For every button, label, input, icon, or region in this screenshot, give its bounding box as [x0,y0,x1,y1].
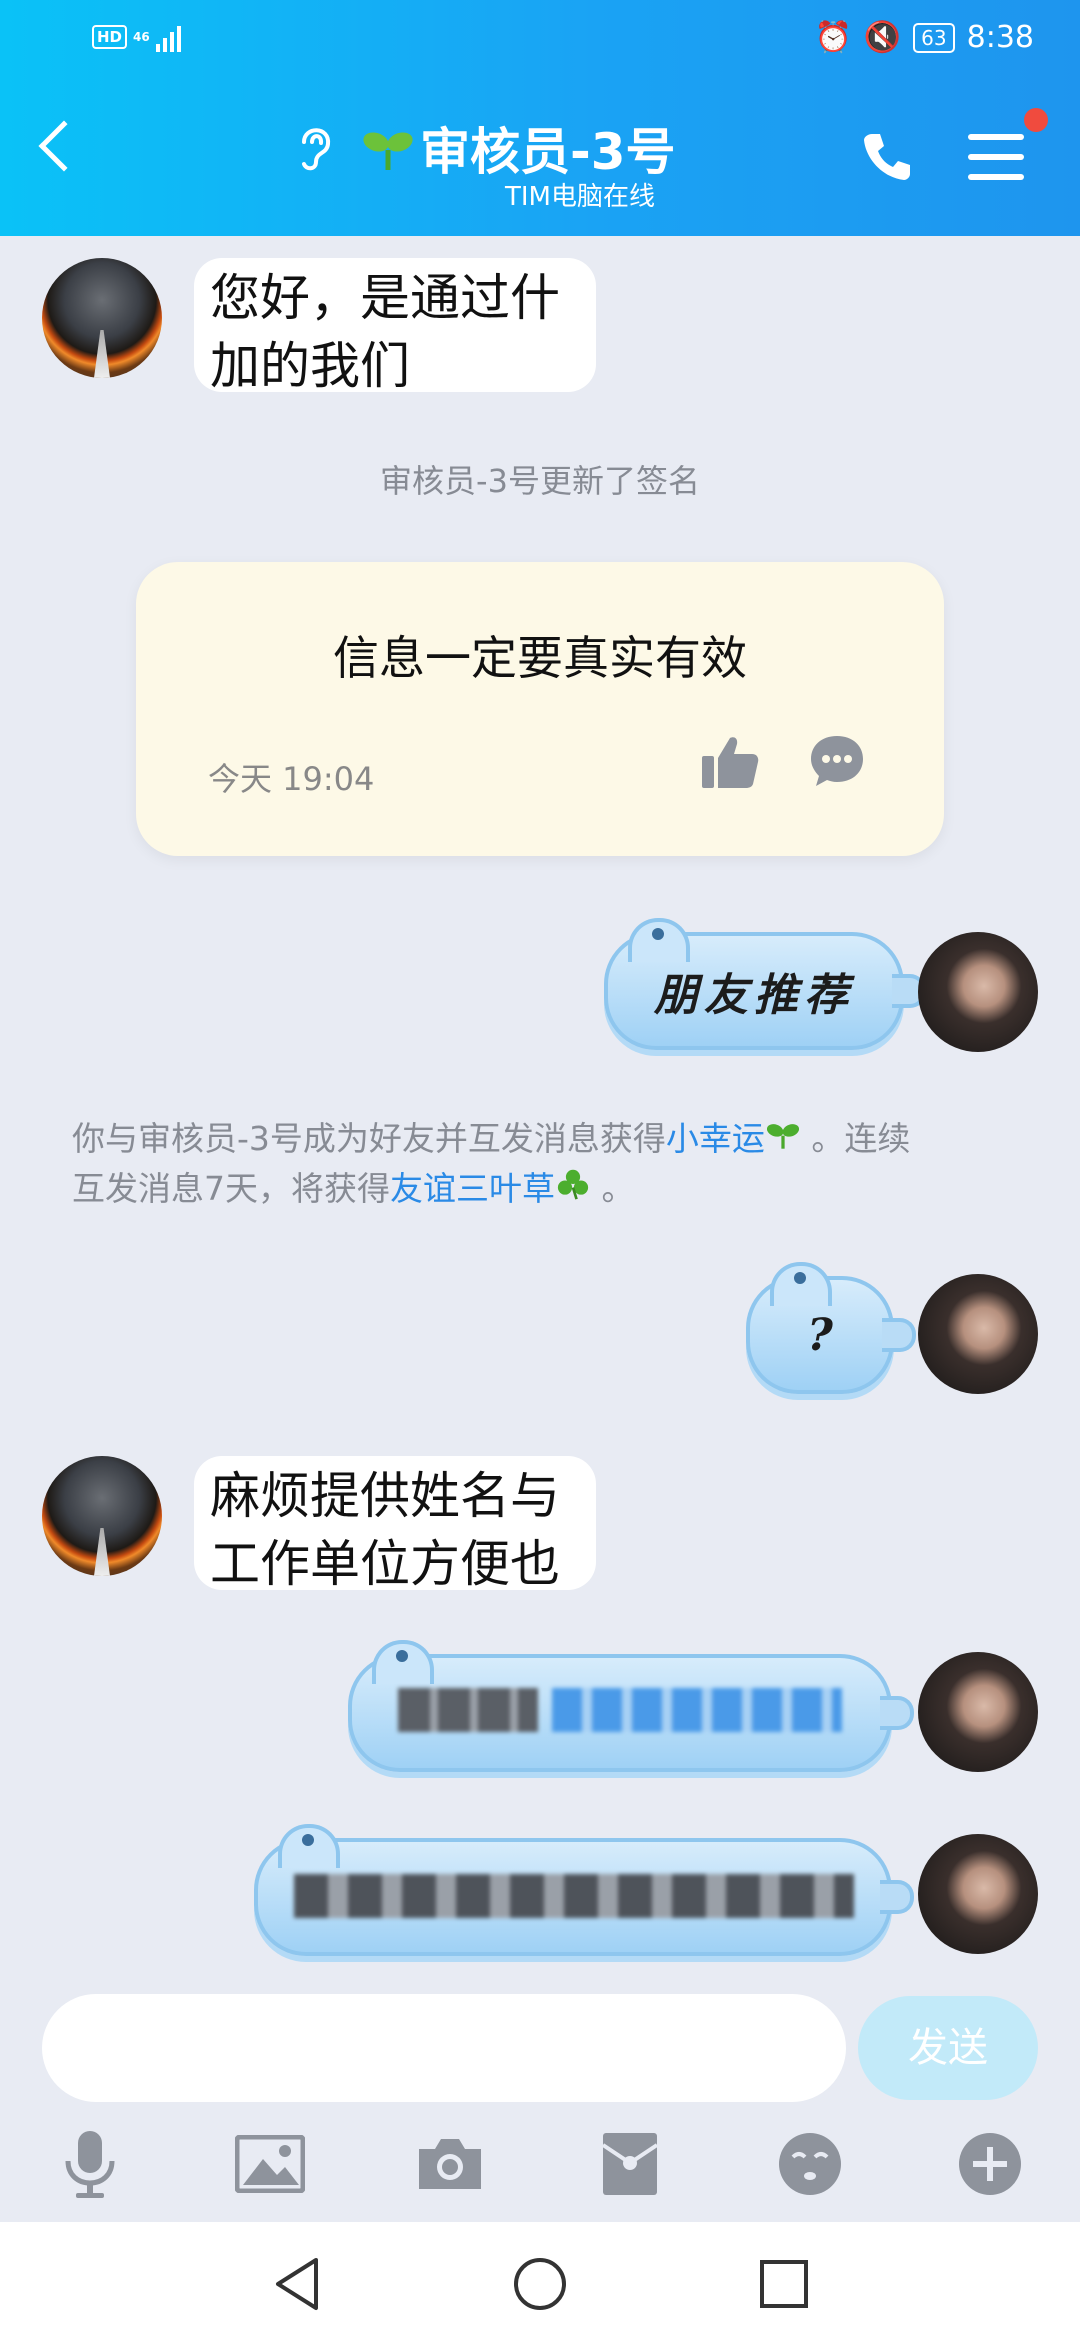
my-avatar[interactable] [918,1274,1038,1394]
redacted-block [552,1688,842,1732]
red-packet-icon[interactable] [590,2124,670,2204]
nav-home-icon[interactable] [512,2256,568,2316]
sent-message[interactable]: ? [746,1262,916,1394]
plus-icon[interactable] [950,2124,1030,2204]
lucky-link[interactable]: 小幸运 [666,1119,765,1158]
message-line: 麻烦提供姓名与 [210,1467,560,1525]
message-line: 工作单位方便也 [210,1535,560,1593]
navigation-bar [0,2222,1080,2340]
my-avatar[interactable] [918,1834,1038,1954]
sprout-icon [362,126,414,176]
mute-icon: 🔇 [863,20,902,55]
contact-avatar[interactable] [42,258,162,378]
redacted-block [398,1688,538,1732]
clover-icon [555,1169,591,1208]
friendship-notice: 你与审核员-3号成为好友并互发消息获得小幸运 。连续 互发消息7天，将获得友谊三… [72,1119,911,1208]
ear-icon[interactable] [296,122,336,182]
message-input[interactable] [42,1994,846,2102]
signal-icon [155,22,181,52]
clover-link[interactable]: 友谊三叶草 [390,1169,555,1208]
sent-message-redacted[interactable] [348,1640,914,1772]
sent-message[interactable]: 朋友推荐 [604,918,926,1050]
mic-icon[interactable] [50,2124,130,2204]
message-line: 加的我们 [210,337,410,395]
nav-back-icon[interactable] [272,2256,322,2316]
comment-icon[interactable] [808,732,866,794]
back-icon[interactable] [38,120,90,172]
sent-message-redacted[interactable] [254,1824,914,1956]
nav-recents-icon[interactable] [758,2256,808,2316]
status-bar: HD 46 ⏰ 🔇 63 8:38 [0,0,1080,84]
battery-icon: 63 [913,22,955,53]
message-line: 您好，是通过什 [210,269,560,327]
signature-text: 信息一定要真实有效 [333,631,747,685]
received-message[interactable]: 麻烦提供姓名与 工作单位方便也 [194,1456,596,1593]
send-button[interactable]: 发送 [858,1996,1038,2100]
emoji-icon[interactable] [770,2124,850,2204]
sprout-small-icon [765,1119,801,1158]
thumbs-up-icon[interactable] [700,734,760,794]
signature-card[interactable]: 信息一定要真实有效 今天 19:04 [136,562,944,856]
page-title: 审核员-3号 [420,123,676,181]
header-bar: HD 46 ⏰ 🔇 63 8:38 审核员-3号 TIM电脑在线 [0,0,1080,236]
camera-icon[interactable] [410,2124,490,2204]
hd-indicator: HD [92,25,128,49]
status-time: 8:38 [966,20,1034,55]
menu-icon[interactable] [968,134,1024,180]
alarm-icon: ⏰ [814,20,852,55]
notification-dot [1024,108,1048,132]
received-message[interactable]: 您好，是通过什 加的我们 [194,258,596,395]
phone-icon[interactable] [862,130,914,186]
message-text: 朋友推荐 [654,970,854,1021]
system-message: 审核员-3号更新了签名 [380,462,700,500]
my-avatar[interactable] [918,932,1038,1052]
image-icon[interactable] [230,2124,310,2204]
network-type: 46 [133,30,150,44]
redacted-block [294,1874,854,1918]
message-text: ? [807,1309,833,1361]
online-status: TIM电脑在线 [505,182,655,212]
contact-avatar[interactable] [42,1456,162,1576]
signature-time: 今天 19:04 [208,760,375,798]
my-avatar[interactable] [918,1652,1038,1772]
composer-toolbar [0,2124,1080,2220]
